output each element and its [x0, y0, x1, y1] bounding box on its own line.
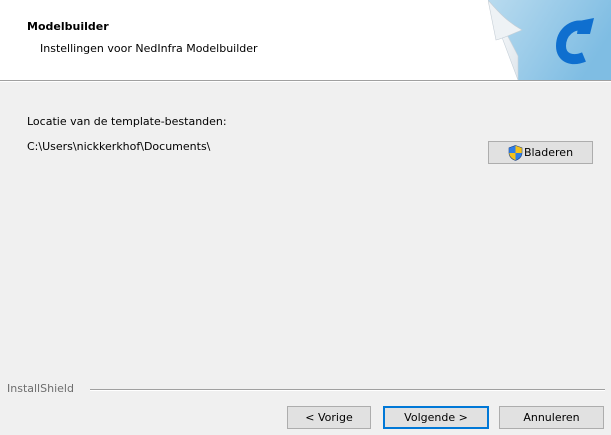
template-location-path: C:\Users\nickkerkhof\Documents\: [27, 140, 211, 153]
browse-button-label: Bladeren: [523, 146, 574, 159]
separator-line: [90, 389, 605, 391]
next-button[interactable]: Volgende >: [383, 406, 489, 429]
back-button[interactable]: < Vorige: [287, 406, 371, 429]
template-location-label: Locatie van de template-bestanden:: [27, 115, 227, 128]
header-subtitle: Instellingen voor NedInfra Modelbuilder: [40, 42, 258, 55]
cancel-button[interactable]: Annuleren: [499, 406, 604, 429]
wizard-header: Modelbuilder Instellingen voor NedInfra …: [0, 0, 611, 81]
installshield-brand: InstallShield: [7, 382, 78, 396]
modelbuilder-logo-icon: [488, 0, 611, 80]
header-title: Modelbuilder: [27, 20, 109, 33]
browse-button[interactable]: Bladeren: [488, 141, 593, 164]
installshield-separator: InstallShield: [0, 382, 611, 396]
uac-shield-icon: [508, 144, 523, 161]
